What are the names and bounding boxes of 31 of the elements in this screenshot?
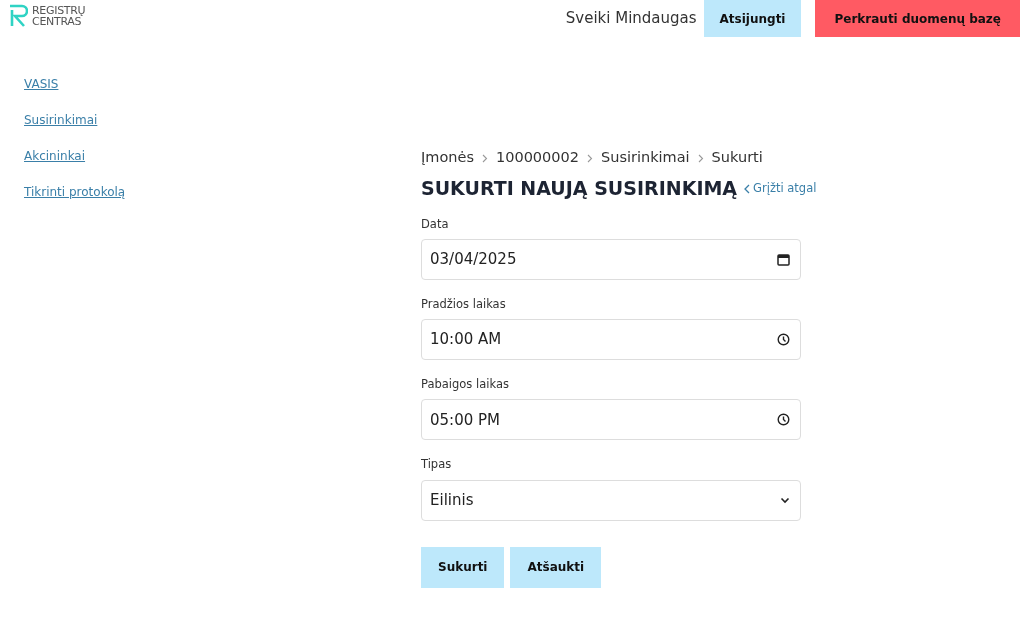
logo-text: CENTRAS (32, 16, 82, 27)
chevron-down-icon (780, 496, 790, 504)
logo-icon (8, 4, 28, 28)
field-label: Tipas (421, 456, 453, 474)
greeting-text: Sveiki Mindaugas (565, 8, 697, 30)
page-title: SUKURTI NAUJĄ SUSIRINKIMĄ (421, 176, 738, 200)
field-label: Data (421, 215, 450, 233)
calendar-icon (777, 252, 790, 266)
breadcrumb-item: Sukurti (711, 148, 763, 167)
logout-button[interactable]: Atsijungti (703, 0, 802, 37)
breadcrumb-item[interactable]: 100000002 (495, 147, 579, 169)
time-field[interactable]: 10:00 AM (421, 319, 801, 361)
date-field[interactable]: 03/04/2025 (421, 238, 801, 280)
chevron-left-icon (743, 183, 751, 194)
sidebar-link[interactable]: Susirinkimai (24, 111, 98, 129)
time-field[interactable]: 05:00 PM (421, 399, 801, 441)
sidebar-link[interactable]: VASIS (24, 75, 59, 93)
cancel-button[interactable]: Atšaukti (510, 546, 602, 588)
logo-text: REGISTRŲ (32, 5, 86, 16)
breadcrumb-item[interactable]: Įmonės (421, 147, 474, 169)
back-link[interactable]: Grįžti atgal (743, 180, 817, 200)
create-button[interactable]: Sukurti (421, 546, 505, 588)
type-select[interactable]: Eilinis (421, 479, 801, 521)
reload-database-button[interactable]: Perkrauti duomenų bazę (815, 0, 1020, 37)
clock-icon (777, 333, 790, 347)
sidebar-link[interactable]: Tikrinti protokolą (24, 183, 126, 201)
field-label: Pabaigos laikas (421, 376, 510, 394)
field-label: Pradžios laikas (421, 295, 507, 313)
clock-icon (777, 413, 790, 427)
breadcrumb-item[interactable]: Susirinkimai (601, 147, 690, 169)
sidebar-link[interactable]: Akcininkai (24, 147, 86, 165)
